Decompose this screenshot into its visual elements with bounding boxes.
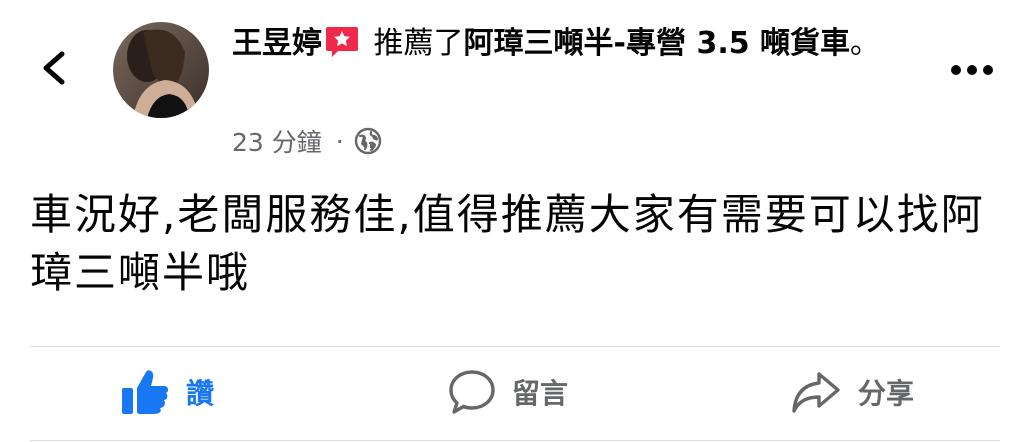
author-name[interactable]: 王昱婷 [232,26,322,61]
avatar[interactable] [113,22,209,118]
share-arrow-icon [792,372,840,413]
post-header: 王昱婷 推薦了阿璋三噸半-專營 3.5 噸貨車。 [232,22,922,66]
post-text: 車況好,老闆服務佳,值得推薦大家有需要可以找阿璋三噸半哦 [30,190,985,297]
comment-button[interactable]: 留言 [448,362,568,422]
back-chevron-icon[interactable] [36,46,76,90]
share-button[interactable]: 分享 [790,362,914,422]
divider [30,346,1000,347]
like-button[interactable]: 讚 [120,362,214,422]
share-label: 分享 [858,377,915,410]
header-period: 。 [850,26,881,61]
star-badge-icon [326,27,358,57]
more-options-icon[interactable] [944,60,1000,80]
meta-separator: · [335,126,344,156]
divider [30,440,1000,441]
thumbs-up-icon [122,370,168,414]
recommended-page-name[interactable]: 阿璋三噸半-專營 3.5 噸貨車 [464,26,850,61]
globe-icon [354,127,381,155]
comment-bubble-icon [449,370,495,414]
action-text: 推薦了 [364,26,464,61]
post-timestamp[interactable]: 23 分鐘 [232,123,322,159]
comment-label: 留言 [512,377,569,410]
like-label: 讚 [186,377,215,410]
post-meta: 23 分鐘 · [232,122,382,160]
